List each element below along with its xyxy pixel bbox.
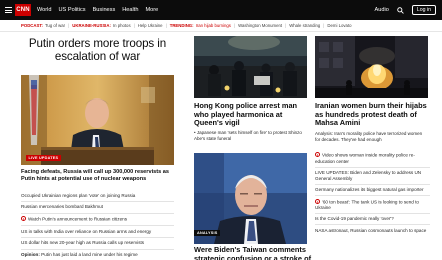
lead-headline[interactable]: Putin orders more troops in escalation o… (21, 37, 174, 63)
list-item-text: Occupied Ukrainian regions plan 'vote' o… (21, 192, 136, 198)
ticker-trending-tag: TRENDING: (169, 23, 194, 28)
header-actions: Audio Log in (375, 5, 436, 15)
list-item-text: '60 ton beast': The tank US is looking t… (315, 199, 419, 210)
iran-headline[interactable]: Iranian women burn their hijabs as hundr… (315, 101, 428, 128)
lead-subheadline[interactable]: Facing defeats, Russia will call up 300,… (21, 169, 174, 183)
biden-taiwan-headline[interactable]: Were Biden's Taiwan comments strategic c… (194, 245, 314, 260)
list-item[interactable]: Is the Covid-19 pandemic really 'over'? (315, 212, 430, 224)
ticker-divider: | (133, 23, 135, 28)
list-item[interactable]: '60 ton beast': The tank US is looking t… (315, 195, 430, 213)
list-item-text: Russian mercenaries bombard Bakhmut (21, 204, 103, 210)
hong-kong-headline[interactable]: Hong Kong police arrest man who played h… (194, 101, 307, 128)
lead-story-image[interactable]: LIVE UPDATES (21, 75, 174, 165)
list-item[interactable]: Watch Putin's announcement to Russian ci… (21, 212, 174, 225)
list-item[interactable]: Opinion: Putin has just laid a land mine… (21, 248, 174, 260)
search-icon[interactable] (397, 6, 404, 14)
ticker-help-link[interactable]: Help Ukraine (138, 23, 163, 28)
ticker-divider: | (285, 23, 287, 28)
play-icon (21, 216, 26, 222)
list-item-text: Putin has just laid a land mine under hi… (41, 252, 138, 258)
login-button[interactable]: Log in (411, 5, 436, 15)
ticker-trending-link[interactable]: Demi Lovato (327, 23, 351, 28)
list-item[interactable]: Video shows woman inside morality police… (315, 150, 430, 167)
putin-address-photo (21, 75, 174, 165)
analysis-badge: ANALYSIS (194, 229, 221, 236)
ticker-divider: | (165, 23, 167, 28)
ticker-ukraine-link[interactable]: In photos (113, 23, 131, 28)
ticker-divider: | (68, 23, 70, 28)
ticker-podcast-link[interactable]: Tug of war (45, 23, 65, 28)
ticker-divider: | (323, 23, 325, 28)
nav-item-business[interactable]: Business (93, 7, 116, 13)
iran-analysis-link[interactable]: Analysis: Iran's morality police have te… (315, 131, 428, 142)
japan-protest-link[interactable]: • Japanese man 'sets himself on fire' to… (194, 130, 307, 141)
list-item-text: Watch Putin's announcement to Russian ci… (28, 216, 128, 222)
ticker-trending-link[interactable]: Iran hijab burnings (196, 23, 231, 28)
audio-link[interactable]: Audio (375, 7, 389, 13)
cnn-logo[interactable]: CNN (15, 4, 31, 16)
list-item-text: US in talks with India over reliance on … (21, 228, 152, 234)
live-updates-badge: LIVE UPDATES (26, 154, 61, 161)
ticker-trending-link[interactable]: Whale stranding (289, 23, 320, 28)
nav-item-world[interactable]: World (37, 7, 52, 13)
list-item[interactable]: Germany nationalizes its biggest natural… (315, 183, 430, 195)
ticker-podcast-tag: PODCAST: (21, 23, 43, 28)
ticker-bar: PODCAST: Tug of war | UKRAINE-RUSSIA: In… (0, 20, 442, 32)
nav-item-health[interactable]: Health (122, 7, 138, 13)
list-item-text: NASA astronaut, Russian cosmonauts launc… (315, 227, 427, 233)
list-item[interactable]: Russian mercenaries bombard Bakhmut (21, 200, 174, 213)
list-item[interactable]: Occupied Ukrainian regions plan 'vote' o… (21, 190, 174, 201)
ticker-trending-link[interactable]: Washington Monument (238, 23, 282, 28)
iran-story-image[interactable] (315, 36, 428, 98)
ticker-divider: | (233, 23, 236, 28)
homepage-main: Putin orders more troops in escalation o… (0, 32, 442, 260)
list-item-text: Is the Covid-19 pandemic really 'over'? (315, 216, 394, 222)
menu-icon[interactable] (5, 7, 12, 13)
list-item[interactable]: NASA astronaut, Russian cosmonauts launc… (315, 224, 430, 235)
right-related-list: Video shows woman inside morality police… (315, 150, 430, 236)
list-item-text: Video shows woman inside morality police… (315, 152, 415, 164)
ticker-ukraine-tag: UKRAINE-RUSSIA: (72, 23, 111, 28)
list-item-text: US dollar hits new 20-year high as Russi… (21, 240, 145, 246)
list-item[interactable]: US in talks with India over reliance on … (21, 225, 174, 237)
hong-kong-vigil-photo (194, 36, 307, 98)
play-icon (315, 152, 320, 158)
list-item[interactable]: LIVE UPDATES: Biden and Zelensky to addr… (315, 166, 430, 184)
iran-protest-photo (315, 36, 428, 98)
play-icon (315, 198, 320, 204)
list-item-text: LIVE UPDATES: Biden and Zelensky to addr… (315, 169, 422, 181)
nav-item-us-politics[interactable]: US Politics (59, 7, 86, 13)
opinion-label: Opinion: (21, 252, 42, 258)
nav-item-more[interactable]: More (145, 7, 158, 13)
list-item[interactable]: US dollar hits new 20-year high as Russi… (21, 236, 174, 249)
list-item-text: Germany nationalizes its biggest natural… (315, 187, 424, 193)
biden-story-image[interactable]: ANALYSIS (194, 153, 307, 244)
top-navigation-bar: CNN World US Politics Business Health Mo… (0, 0, 442, 20)
hong-kong-story-image[interactable] (194, 36, 307, 98)
main-nav: World US Politics Business Health More (37, 7, 158, 13)
lead-related-list: Occupied Ukrainian regions plan 'vote' o… (21, 190, 174, 260)
